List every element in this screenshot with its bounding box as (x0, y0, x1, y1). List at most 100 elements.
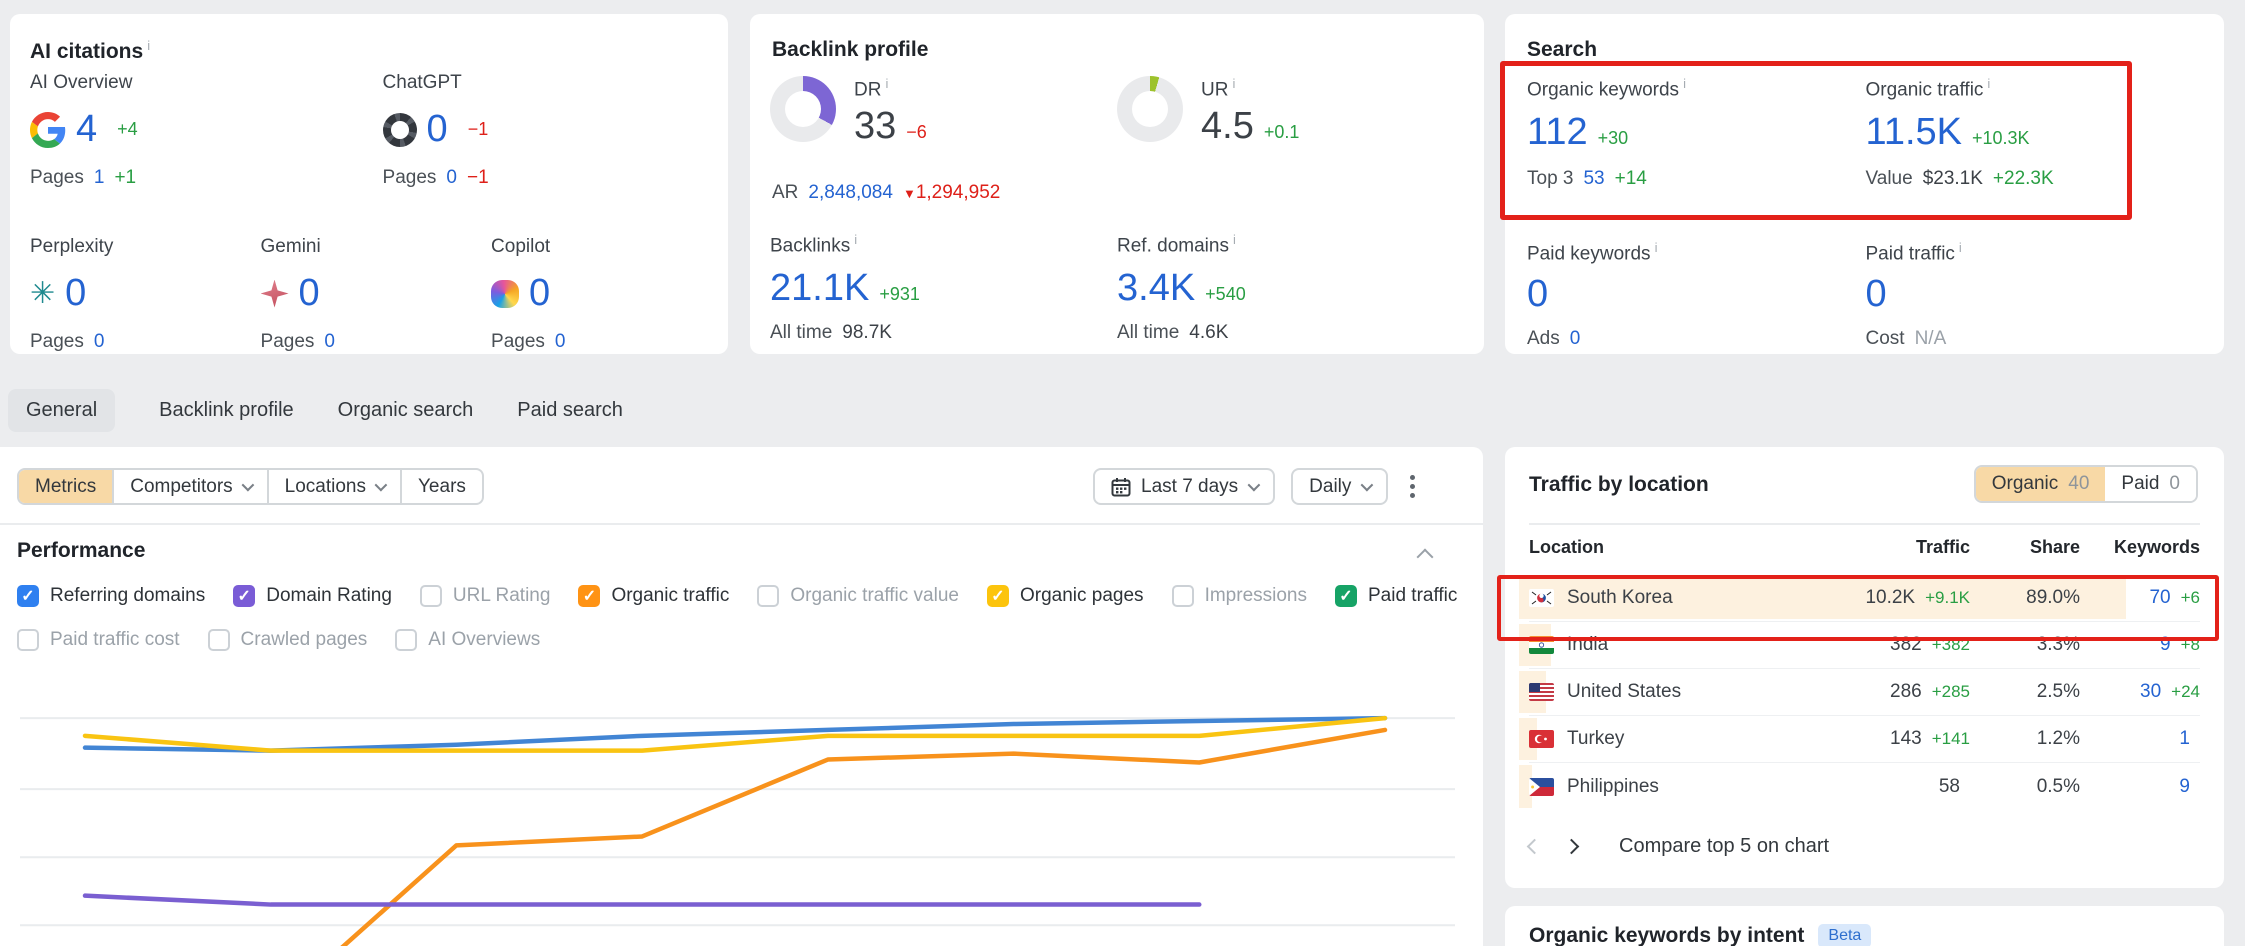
paid-traffic-value: 0 (1866, 273, 1887, 315)
value-row: Value$23.1K+22.3K (1866, 168, 2205, 190)
metric-domain-rating[interactable]: Domain Rating (233, 585, 392, 607)
info-icon[interactable]: i (1959, 240, 1962, 255)
beta-badge: Beta (1818, 924, 1871, 946)
chatgpt-label: ChatGPT (383, 72, 708, 94)
compare-top5-link[interactable]: Compare top 5 on chart (1619, 835, 1829, 858)
checkbox-icon (17, 585, 39, 607)
tab-organic-search[interactable]: Organic search (338, 389, 474, 432)
page-prev-icon[interactable] (1527, 839, 1543, 855)
ref-domains-value: 3.4K (1117, 267, 1195, 309)
gemini-label: Gemini (261, 236, 492, 258)
ai-overview-delta: +4 (117, 119, 138, 140)
metric-organic-traffic[interactable]: Organic traffic (578, 585, 729, 607)
organic-traffic-value: 11.5K (1866, 111, 1962, 153)
ai-overview-value: 4 (76, 108, 97, 151)
tab-general[interactable]: General (8, 389, 115, 432)
checkbox-icon (420, 585, 442, 607)
organic-traffic-block: Organic traffici 11.5K+10.3K Value$23.1K… (1866, 76, 2205, 190)
search-card: Search Organic keywordsi 112+30 Top 353+… (1505, 14, 2224, 354)
metric-paid-traffic-cost[interactable]: Paid traffic cost (17, 629, 180, 651)
flag-turkey-icon (1529, 730, 1554, 748)
traffic-by-location-title: Traffic by location (1529, 473, 1709, 497)
table-row-south-korea[interactable]: South Korea 10.2K+9.1K 89.0% 70+6 (1529, 575, 2200, 622)
page-next-icon[interactable] (1564, 839, 1580, 855)
kebab-menu-icon[interactable] (1404, 469, 1421, 504)
tab-backlink-profile[interactable]: Backlink profile (159, 389, 294, 432)
backlinks-alltime: All time98.7K (770, 322, 1117, 344)
metrics-filter-button[interactable]: Metrics (19, 470, 112, 503)
info-icon[interactable]: i (1987, 76, 1990, 91)
ai-overview-pages: Pages1+1 (30, 167, 383, 189)
traffic-table-header: Location Traffic Share Keywords (1529, 537, 2200, 558)
gemini-block: Gemini 0 Pages0 (261, 236, 492, 353)
table-row-india[interactable]: India 382+382 3.3% 9+8 (1529, 622, 2200, 669)
flag-south-korea-icon (1529, 589, 1554, 607)
checkbox-icon (757, 585, 779, 607)
flag-india-icon (1529, 636, 1554, 654)
table-row-turkey[interactable]: Turkey 143+141 1.2% 1 (1529, 716, 2200, 763)
backlinks-label: Backlinksi (770, 232, 1117, 257)
ar-change: ▼1,294,952 (903, 182, 1000, 204)
info-icon[interactable]: i (1232, 76, 1235, 91)
toggle-organic[interactable]: Organic40 (1976, 467, 2106, 501)
gemini-pages: Pages0 (261, 331, 492, 353)
metric-impressions[interactable]: Impressions (1172, 585, 1307, 607)
ref-domains-delta: +540 (1205, 284, 1246, 304)
metric-crawled-pages[interactable]: Crawled pages (208, 629, 368, 651)
tab-paid-search[interactable]: Paid search (517, 389, 623, 432)
cost-row: CostN/A (1866, 328, 2205, 350)
table-row-united-states[interactable]: United States 286+285 2.5% 30+24 (1529, 669, 2200, 716)
info-icon[interactable]: i (885, 76, 888, 91)
ur-delta: +0.1 (1264, 122, 1300, 142)
metric-url-rating[interactable]: URL Rating (420, 585, 551, 607)
info-icon[interactable]: i (1683, 76, 1686, 91)
toggle-paid[interactable]: Paid0 (2105, 467, 2196, 501)
info-icon[interactable]: i (1233, 232, 1236, 247)
metric-checkbox-row-1: Referring domains Domain Rating URL Rati… (17, 585, 1457, 607)
backlink-profile-title: Backlink profile (772, 38, 928, 62)
info-icon[interactable]: i (147, 38, 150, 53)
paid-traffic-label: Paid traffici (1866, 240, 2205, 265)
ar-value: 2,848,084 (808, 182, 893, 204)
ai-overview-block: AI Overview 4 +4 Pages1+1 (30, 72, 383, 189)
metric-organic-traffic-value[interactable]: Organic traffic value (757, 585, 959, 607)
ai-citations-card: AI citationsi AI Overview 4 +4 Pages1+1 … (10, 14, 728, 354)
ur-label: URi (1201, 76, 1299, 101)
chatgpt-icon (383, 113, 417, 147)
date-range-button[interactable]: Last 7 days (1093, 468, 1275, 505)
organic-traffic-delta: +10.3K (1972, 128, 2030, 148)
calendar-icon (1111, 477, 1131, 497)
metric-referring-domains[interactable]: Referring domains (17, 585, 205, 607)
gemini-value: 0 (299, 272, 320, 315)
traffic-table: South Korea 10.2K+9.1K 89.0% 70+6 India … (1529, 575, 2200, 810)
dr-value: 33 (854, 105, 896, 147)
ads-row: Ads0 (1527, 328, 1866, 350)
keywords-by-intent-title: Organic keywords by intent Beta (1529, 924, 1871, 946)
locations-filter-button[interactable]: Locations (267, 470, 400, 503)
ur-value: 4.5 (1201, 105, 1254, 147)
report-tabs: General Backlink profile Organic search … (8, 388, 623, 433)
search-title: Search (1527, 38, 1597, 62)
chevron-down-icon (1361, 479, 1374, 492)
ur-gauge (1117, 76, 1183, 142)
performance-line-chart (0, 650, 1483, 946)
info-icon[interactable]: i (1655, 240, 1658, 255)
checkbox-icon (395, 629, 417, 651)
table-row-philippines[interactable]: Philippines 58 0.5% 9 (1529, 763, 2200, 810)
chatgpt-block: ChatGPT 0 −1 Pages0−1 (383, 72, 708, 189)
metric-paid-traffic[interactable]: Paid traffic (1335, 585, 1457, 607)
chevron-down-icon (241, 479, 254, 492)
collapse-chevron-icon[interactable] (1417, 549, 1434, 566)
competitors-filter-button[interactable]: Competitors (112, 470, 266, 503)
granularity-button[interactable]: Daily (1291, 468, 1388, 505)
perplexity-icon: ✳ (30, 279, 55, 309)
ai-overview-label: AI Overview (30, 72, 383, 94)
divider (0, 523, 1483, 525)
metric-organic-pages[interactable]: Organic pages (987, 585, 1144, 607)
ref-domains-block: Ref. domainsi 3.4K+540 All time4.6K (1117, 232, 1464, 344)
info-icon[interactable]: i (854, 232, 857, 247)
gemini-icon (261, 280, 289, 308)
checkbox-icon (1335, 585, 1357, 607)
years-filter-button[interactable]: Years (400, 470, 482, 503)
metric-ai-overviews[interactable]: AI Overviews (395, 629, 540, 651)
